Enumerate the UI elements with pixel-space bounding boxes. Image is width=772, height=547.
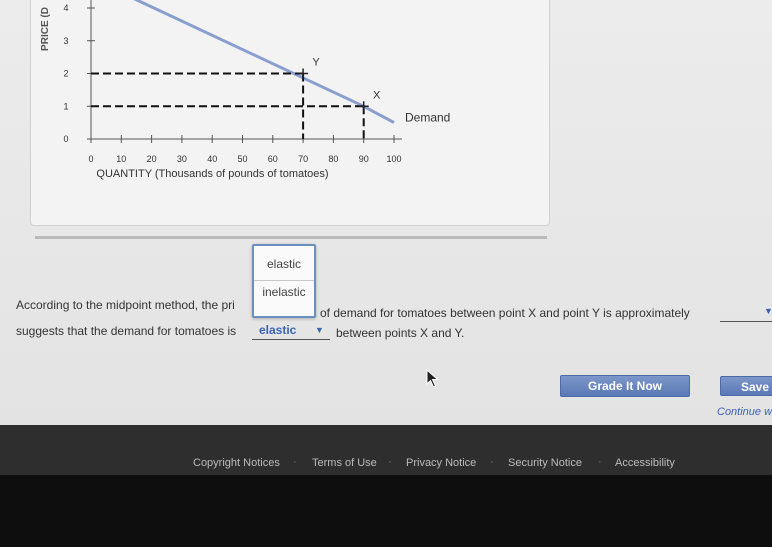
y-tick-label: 0 (63, 134, 68, 144)
y-tick-label: 4 (63, 3, 68, 13)
continue-link[interactable]: Continue w (717, 406, 772, 418)
x-tick-label: 70 (298, 154, 308, 164)
question-text-line2-start: suggests that the demand for tomatoes is (16, 324, 237, 338)
section-divider (35, 236, 547, 239)
dropdown-option-inelastic[interactable]: inelastic (254, 282, 314, 314)
x-tick-label: 30 (177, 154, 187, 164)
footer-link-accessibility[interactable]: Accessibility (615, 457, 675, 469)
dropdown-menu: elastic inelastic (252, 244, 316, 318)
elasticity-type-select[interactable]: elastic ▼ (252, 322, 330, 340)
x-tick-label: 100 (386, 154, 401, 164)
footer-link-terms[interactable]: Terms of Use (312, 457, 377, 469)
y-tick-label: 1 (63, 101, 68, 111)
footer-separator: · (293, 456, 297, 468)
question-text-line1-start: According to the midpoint method, the pr… (16, 298, 235, 312)
x-tick-label: 90 (359, 154, 369, 164)
point-label-x: X (373, 89, 381, 101)
demand-chart: 0 10 20 30 40 50 60 70 80 90 100 0 1 2 3 4 QUANTITY (Tho… (40, 0, 450, 180)
mouse-cursor-icon (426, 369, 439, 388)
chevron-down-icon: ▼ (315, 325, 324, 335)
footer-link-security[interactable]: Security Notice (508, 457, 582, 469)
grade-it-now-button[interactable]: Grade It Now (560, 375, 690, 397)
selected-value: elastic (259, 323, 297, 337)
x-tick-label: 10 (116, 154, 126, 164)
y-tick-label: 3 (63, 36, 68, 46)
x-tick-label: 0 (88, 154, 93, 164)
footer-separator: · (388, 456, 392, 468)
point-label-y: Y (312, 57, 320, 69)
footer: Copyright Notices · Terms of Use · Priva… (0, 425, 772, 475)
x-tick-label: 60 (268, 154, 278, 164)
question-text-line2-end: between points X and Y. (336, 326, 465, 340)
footer-separator: · (598, 456, 602, 468)
monitor-bezel (0, 475, 772, 547)
x-tick-label: 40 (207, 154, 217, 164)
footer-link-copyright[interactable]: Copyright Notices (193, 457, 280, 469)
question-text-line1-end: of demand for tomatoes between point X a… (320, 306, 690, 320)
demand-curve-line (133, 0, 395, 124)
footer-link-privacy[interactable]: Privacy Notice (406, 457, 476, 469)
x-tick-label: 80 (328, 154, 338, 164)
y-axis-label: PRICE (D (40, 7, 51, 51)
chart-panel: 0 10 20 30 40 50 60 70 80 90 100 0 1 2 3 4 QUANTITY (Tho… (30, 0, 550, 226)
blank-dropdown-arrow-icon[interactable]: ▼ (764, 306, 772, 316)
x-axis-label: QUANTITY (Thousands of pounds of tomatoe… (96, 168, 328, 180)
dropdown-option-elastic[interactable]: elastic (254, 248, 314, 281)
x-tick-label: 20 (147, 154, 157, 164)
x-tick-label: 50 (237, 154, 247, 164)
elasticity-answer-blank[interactable] (720, 321, 772, 322)
y-tick-label: 2 (63, 69, 68, 79)
footer-separator: · (490, 456, 494, 468)
demand-curve-label: Demand (405, 111, 450, 125)
save-button[interactable]: Save i (720, 376, 772, 396)
